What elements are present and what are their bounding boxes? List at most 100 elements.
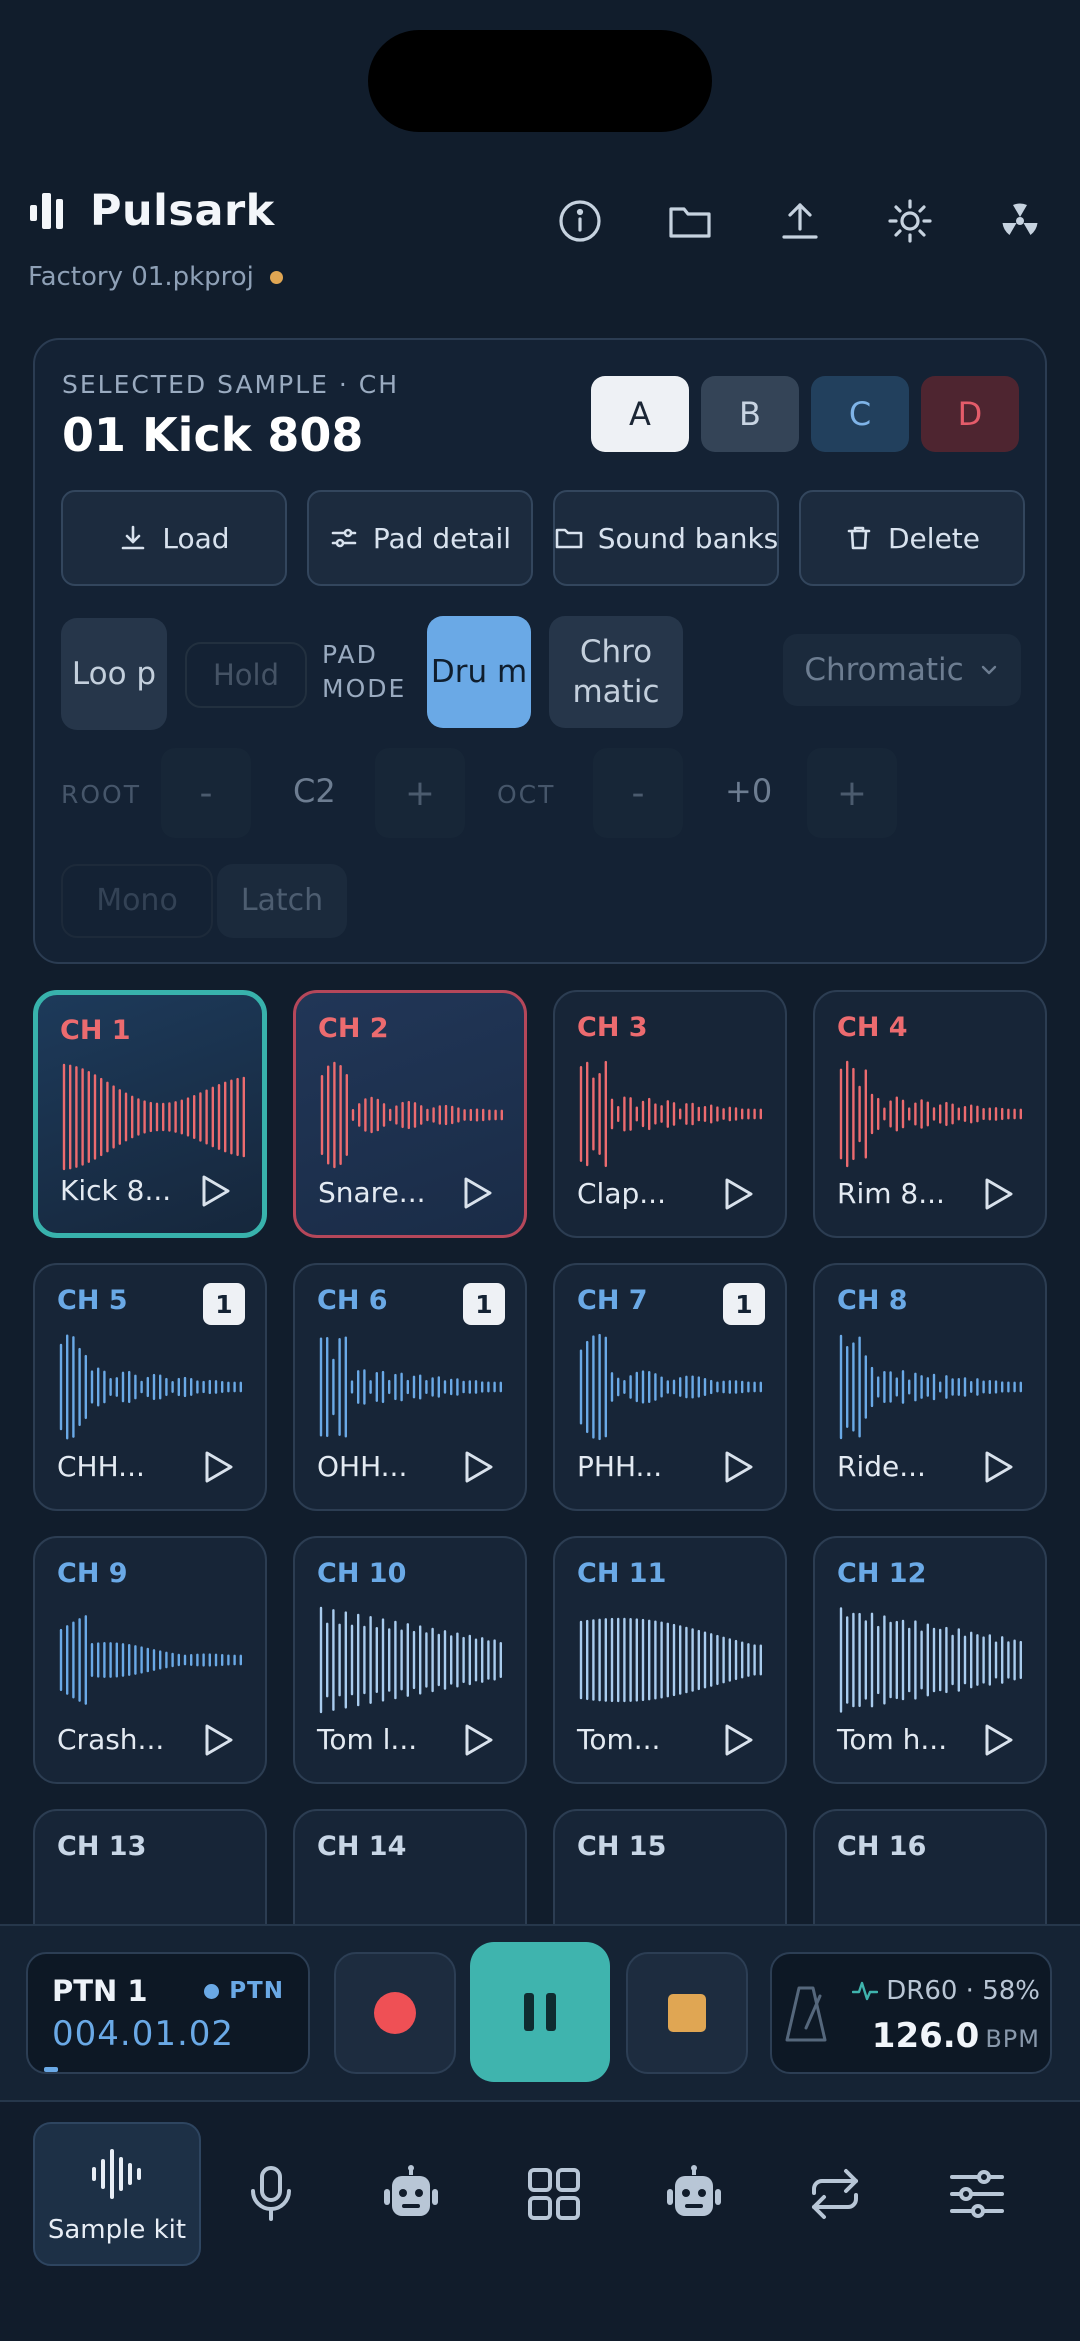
bank-a-button[interactable]: A [591, 376, 689, 452]
info-button[interactable] [540, 190, 620, 252]
play-icon[interactable] [981, 1176, 1015, 1212]
pad-ch4[interactable]: CH 4 Rim 8... [813, 990, 1047, 1238]
settings-button[interactable] [870, 190, 950, 252]
machine-swing-text: DR60 · 58% [886, 1976, 1040, 2006]
load-button[interactable]: Load [61, 490, 287, 586]
nav-sample-kit[interactable]: Sample kit [33, 2122, 201, 2266]
sound-banks-label: Sound banks [597, 521, 779, 555]
project-file[interactable]: Factory 01.pkproj [28, 262, 283, 292]
robot-icon [667, 2165, 721, 2216]
bank-c-button[interactable]: C [811, 376, 909, 452]
pad-ch1[interactable]: CH 1 Kick 8... [33, 990, 267, 1238]
sample-actions: Load Pad detail Sound banks Delete [61, 490, 1025, 586]
hold-toggle[interactable]: Hold [185, 642, 307, 708]
play-icon[interactable] [460, 1175, 494, 1211]
scale-select[interactable]: Chromatic [783, 634, 1021, 706]
pad-sample-name: CHH... [57, 1450, 145, 1483]
folder-icon [669, 207, 711, 238]
stop-button[interactable] [626, 1952, 748, 2074]
play-icon[interactable] [201, 1449, 235, 1485]
nav-recorder[interactable] [231, 2122, 311, 2266]
record-button[interactable] [334, 1952, 456, 2074]
play-icon[interactable] [981, 1449, 1015, 1485]
play-icon[interactable] [981, 1722, 1015, 1758]
pad-ch5[interactable]: CH 5 1 CHH... [33, 1263, 267, 1511]
pad-ch2[interactable]: CH 2 Snare... [293, 990, 527, 1238]
play-icon[interactable] [201, 1722, 235, 1758]
pad-ch10[interactable]: CH 10 Tom l... [293, 1536, 527, 1784]
tempo-value: 126.0 BPM [872, 2016, 1040, 2056]
pad-sample-name: Snare... [318, 1176, 426, 1209]
pad-ch7[interactable]: CH 7 1 PHH... [553, 1263, 787, 1511]
octave-decrement-button[interactable]: - [593, 748, 683, 838]
scale-select-value: Chromatic [804, 652, 964, 688]
robot-icon [384, 2165, 438, 2216]
waveform-icon [579, 1060, 763, 1168]
gear-icon [888, 199, 932, 243]
latch-toggle[interactable]: Latch [217, 864, 347, 938]
loop-toggle[interactable]: Loo p [61, 618, 167, 730]
open-project-button[interactable] [650, 190, 730, 252]
export-button[interactable] [760, 190, 840, 252]
pad-detail-button[interactable]: Pad detail [307, 490, 533, 586]
bank-d-button[interactable]: D [921, 376, 1019, 452]
pad-channel-label: CH 4 [837, 1012, 908, 1043]
tempo-display[interactable]: DR60 · 58% 126.0 BPM [770, 1952, 1052, 2074]
bank-b-button[interactable]: B [701, 376, 799, 452]
nav-sample-kit-label: Sample kit [47, 2215, 187, 2245]
nav-robot-a[interactable] [371, 2122, 451, 2266]
pad-ch11[interactable]: CH 11 Tom... [553, 1536, 787, 1784]
pad-ch9[interactable]: CH 9 Crash... [33, 1536, 267, 1784]
pad-ch6[interactable]: CH 6 1 OHH... [293, 1263, 527, 1511]
pad-ch12[interactable]: CH 12 Tom h... [813, 1536, 1047, 1784]
play-icon[interactable] [461, 1722, 495, 1758]
nav-swap[interactable] [795, 2122, 875, 2266]
delete-label: Delete [888, 521, 980, 555]
drum-mode-button[interactable]: Dru m [427, 616, 531, 728]
play-icon[interactable] [198, 1173, 232, 1209]
chromatic-mode-button[interactable]: Chro matic [549, 616, 683, 728]
pause-button[interactable] [470, 1942, 610, 2082]
pad-channel-label: CH 9 [57, 1558, 128, 1589]
microphone-icon [251, 2166, 291, 2221]
selected-sample-panel: SELECTED SAMPLE · CH 01 Kick 808 A B C D… [33, 338, 1047, 964]
transport-bar: PTN 1 PTN 004.01.02 DR60 · 58% 126.0 BPM [0, 1924, 1080, 2100]
pad-sample-name: Tom... [577, 1723, 661, 1756]
sound-banks-button[interactable]: Sound banks [553, 490, 779, 586]
pad-ch8[interactable]: CH 8 Ride... [813, 1263, 1047, 1511]
waveform-icon [579, 1333, 763, 1441]
tempo-number: 126.0 [871, 2016, 980, 2056]
pattern-mode-text: PTN [229, 1978, 284, 2004]
play-icon[interactable] [461, 1449, 495, 1485]
play-icon[interactable] [721, 1449, 755, 1485]
pad-ch3[interactable]: CH 3 Clap... [553, 990, 787, 1238]
sliders-icon [331, 528, 357, 548]
tempo-unit: BPM [985, 2025, 1040, 2053]
root-decrement-button[interactable]: - [161, 748, 251, 838]
panic-button[interactable] [980, 190, 1060, 252]
root-increment-button[interactable]: + [375, 748, 465, 838]
octave-increment-button[interactable]: + [807, 748, 897, 838]
pad-sample-name: PHH... [577, 1450, 663, 1483]
nav-grid[interactable] [514, 2122, 594, 2266]
download-icon [122, 525, 145, 550]
machine-swing: DR60 · 58% [852, 1976, 1040, 2006]
pad-sample-name: Ride... [837, 1450, 926, 1483]
sliders-icon [950, 2170, 1004, 2218]
waveform-icon [839, 1334, 1023, 1440]
waveform-icon [59, 1615, 243, 1705]
pattern-display[interactable]: PTN 1 PTN 004.01.02 [26, 1952, 310, 2074]
bank-selector: A B C D [591, 376, 1019, 452]
play-icon[interactable] [721, 1722, 755, 1758]
pad-channel-label: CH 12 [837, 1558, 927, 1589]
nav-robot-b[interactable] [654, 2122, 734, 2266]
nav-mixer[interactable] [937, 2122, 1017, 2266]
waveform-icon [839, 1607, 1023, 1713]
pad-channel-label: CH 10 [317, 1558, 407, 1589]
mono-toggle[interactable]: Mono [61, 864, 213, 938]
pad-channel-label: CH 8 [837, 1285, 908, 1316]
play-icon[interactable] [721, 1176, 755, 1212]
pattern-name: PTN 1 [52, 1974, 148, 2008]
delete-button[interactable]: Delete [799, 490, 1025, 586]
waveform-icon [320, 1061, 504, 1169]
